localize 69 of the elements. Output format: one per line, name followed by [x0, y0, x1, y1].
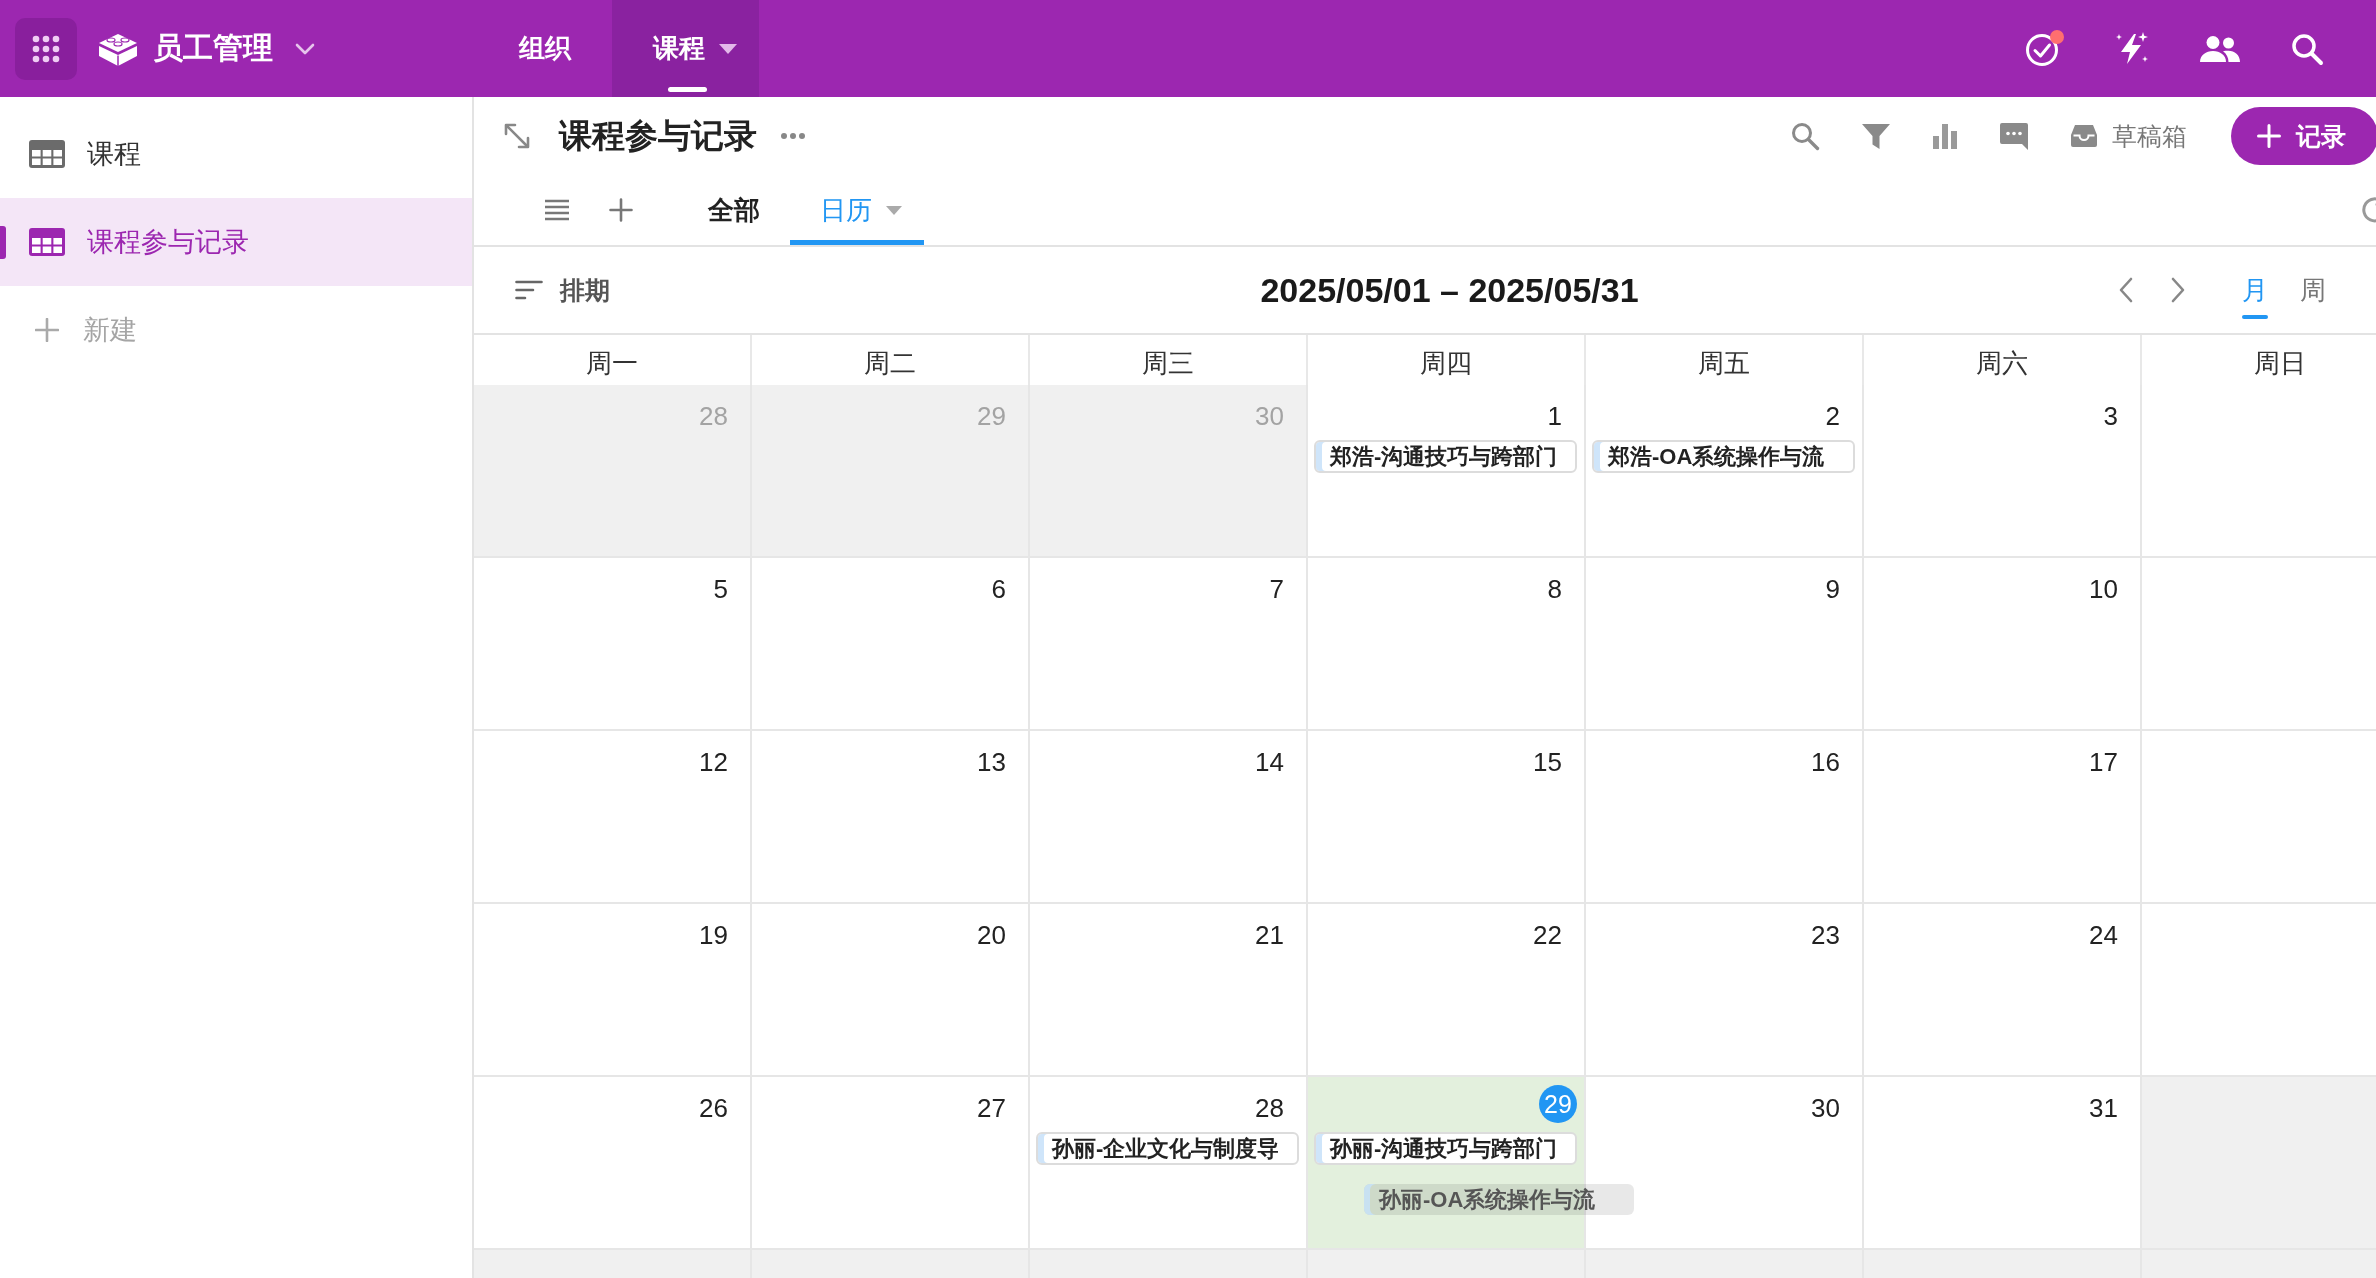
- chat-icon[interactable]: [1999, 121, 2029, 151]
- day-number: 6: [991, 574, 1006, 604]
- plus-icon[interactable]: [609, 198, 633, 222]
- day-number: 10: [2089, 574, 2118, 604]
- caret-icon: [719, 43, 737, 54]
- apps-button[interactable]: [15, 17, 77, 80]
- day-number: 26: [699, 1093, 728, 1123]
- nav-tab[interactable]: 课程: [612, 0, 759, 97]
- bar-chart-icon[interactable]: [1932, 123, 1958, 149]
- table-icon: [29, 228, 65, 256]
- day-number: 29: [977, 401, 1006, 431]
- list-icon[interactable]: [544, 199, 570, 221]
- sidebar-item[interactable]: 课程参与记录: [0, 198, 472, 286]
- day-number: 1: [1547, 401, 1562, 431]
- day-number: 15: [1533, 747, 1562, 777]
- day-number: 16: [1811, 747, 1840, 777]
- apps-icon: [31, 33, 61, 64]
- drafts-button[interactable]: 草稿箱: [2070, 119, 2187, 153]
- people-icon[interactable]: [2200, 34, 2240, 63]
- day-number: 20: [977, 920, 1006, 950]
- chevron-left-icon[interactable]: [2118, 276, 2134, 304]
- event-chip[interactable]: 郑浩-OA系统操作与流: [1592, 440, 1855, 473]
- day-number: 30: [1255, 401, 1284, 431]
- schedule-button[interactable]: 排期: [515, 273, 610, 307]
- sort-icon: [515, 280, 543, 300]
- search-icon[interactable]: [2290, 31, 2324, 66]
- day-number: 12: [699, 747, 728, 777]
- mode-tab[interactable]: 周: [2300, 261, 2326, 319]
- more-icon[interactable]: [781, 133, 805, 139]
- view-title: 课程参与记录: [559, 115, 757, 156]
- day-number: 7: [1269, 574, 1284, 604]
- day-number: 22: [1533, 920, 1562, 950]
- day-number: 8: [1547, 574, 1562, 604]
- caret-icon: [886, 205, 902, 215]
- day-number: 9: [1825, 574, 1840, 604]
- day-number: 27: [977, 1093, 1006, 1123]
- day-number: 24: [2089, 920, 2118, 950]
- event-chip[interactable]: 孙丽-企业文化与制度导: [1036, 1132, 1299, 1165]
- event-chip[interactable]: 郑浩-沟通技巧与跨部门: [1314, 440, 1577, 473]
- day-number: 28: [1255, 1093, 1284, 1123]
- add-record-button[interactable]: 记录: [2231, 107, 2376, 165]
- day-number: 21: [1255, 920, 1284, 950]
- day-number: 28: [699, 401, 728, 431]
- plus-icon: [2257, 124, 2281, 148]
- day-number: 30: [1811, 1093, 1840, 1123]
- day-number: 29: [1539, 1085, 1577, 1123]
- day-number: 5: [713, 574, 728, 604]
- app-title: 员工管理: [153, 30, 273, 66]
- view-tab[interactable]: 全部: [678, 175, 790, 245]
- table-icon: [29, 140, 65, 168]
- chevron-right-icon[interactable]: [2170, 276, 2186, 304]
- search-icon[interactable]: [1790, 121, 1820, 151]
- day-number: 3: [2103, 401, 2118, 431]
- plus-icon: [35, 318, 59, 342]
- expand-icon[interactable]: [502, 121, 532, 151]
- sidebar-item[interactable]: 课程: [0, 110, 472, 198]
- day-number: 13: [977, 747, 1006, 777]
- day-number: 14: [1255, 747, 1284, 777]
- nav-tab[interactable]: 组织: [478, 0, 612, 97]
- day-number: 23: [1811, 920, 1840, 950]
- day-number: 2: [1825, 401, 1840, 431]
- event-chip[interactable]: 孙丽-沟通技巧与跨部门: [1314, 1132, 1577, 1165]
- day-number: 31: [2089, 1093, 2118, 1123]
- day-number: 19: [699, 920, 728, 950]
- date-range: 2025/05/01 – 2025/05/31: [1260, 270, 1639, 310]
- chevron-down-icon[interactable]: [295, 42, 315, 55]
- inbox-icon: [2070, 124, 2098, 148]
- day-number: 17: [2089, 747, 2118, 777]
- filter-icon[interactable]: [1861, 122, 1891, 150]
